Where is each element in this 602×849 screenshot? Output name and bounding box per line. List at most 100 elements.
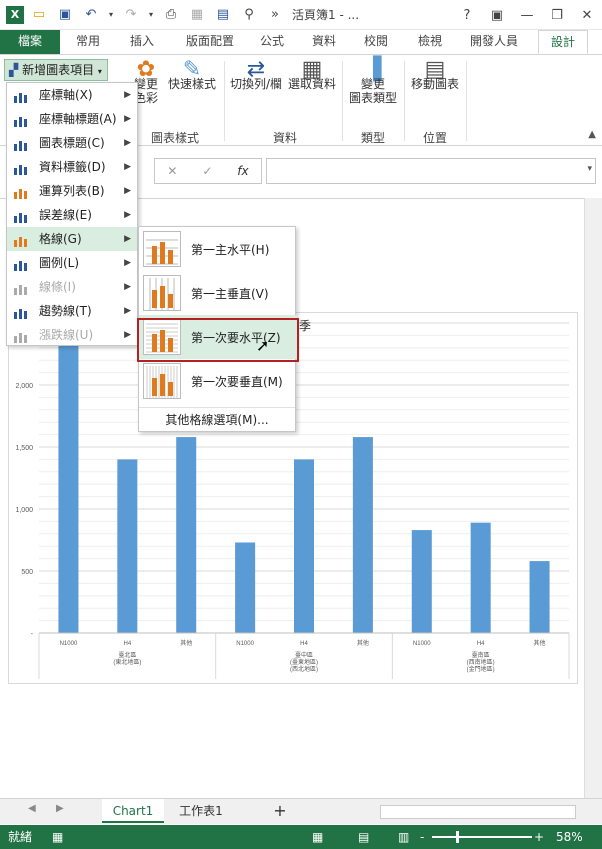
save-icon[interactable]: ▣ — [54, 4, 76, 26]
menu-item[interactable]: 圖例(L) ▶ — [7, 251, 137, 275]
tab-design[interactable]: 設計 — [538, 30, 588, 54]
close-button[interactable]: ✕ — [572, 0, 602, 30]
move-chart-button[interactable]: ▤ 移動圖表 — [408, 57, 462, 92]
cancel-icon[interactable]: ✕ — [167, 164, 177, 178]
help-button[interactable]: ? — [452, 0, 482, 30]
select-data-button[interactable]: ▦ 選取資料 — [286, 59, 338, 92]
tab-data[interactable]: 資料 — [302, 30, 346, 54]
move-chart-icon: ▤ — [424, 57, 446, 82]
chart-element-icon — [13, 280, 29, 295]
zoom-slider[interactable] — [432, 836, 532, 838]
menu-item: 線條(I) ▶ — [7, 275, 137, 299]
undo-dropdown-icon[interactable]: ▾ — [106, 4, 116, 26]
ribbon-tabs: 檔案 常用 插入 版面配置 公式 資料 校閱 檢視 開發人員 設計 — [0, 30, 602, 54]
chart-element-icon — [13, 136, 29, 151]
menu-item[interactable]: 座標軸(X) ▶ — [7, 83, 137, 107]
tab-sheet1[interactable]: 工作表1 — [166, 799, 236, 823]
bar — [235, 542, 256, 633]
change-chart-type-label: 變更 圖表類型 — [348, 77, 397, 105]
page-break-icon[interactable]: ▥ — [398, 825, 409, 849]
expand-formula-icon[interactable]: ▾ — [587, 164, 592, 174]
chevron-right-icon: ▶ — [124, 258, 131, 268]
x-tick-label: H4 — [300, 641, 308, 647]
chevron-right-icon: ▶ — [124, 114, 131, 124]
menu-item[interactable]: 座標軸標題(A) ▶ — [7, 107, 137, 131]
formula-buttons: ✕ ✓ fx — [154, 158, 262, 184]
group-label: (臺東地區) — [290, 658, 318, 666]
zoom-level[interactable]: 58% — [556, 825, 583, 849]
undo-icon[interactable]: ↶ — [80, 4, 102, 26]
formula-input[interactable] — [266, 158, 596, 184]
menu-item[interactable]: 資料標籤(D) ▶ — [7, 155, 137, 179]
scroll-right-icon[interactable]: ▶ — [56, 803, 64, 814]
menu-item[interactable]: 圖表標題(C) ▶ — [7, 131, 137, 155]
move-chart-label: 移動圖表 — [410, 77, 459, 91]
fx-icon[interactable]: fx — [237, 164, 248, 178]
zoom-thumb[interactable] — [456, 831, 459, 843]
submenu-item[interactable]: 第一主垂直(V) — [139, 271, 297, 315]
gridline-preview-icon — [143, 231, 181, 267]
tab-formulas[interactable]: 公式 — [250, 30, 294, 54]
menu-item-label: 運算列表(B) — [39, 184, 105, 198]
tab-review[interactable]: 校閱 — [354, 30, 398, 54]
add-sheet-button[interactable]: + — [266, 799, 294, 823]
ribbon-separator — [342, 61, 343, 141]
bar — [58, 344, 79, 633]
menu-item[interactable]: 誤差線(E) ▶ — [7, 203, 137, 227]
tab-insert[interactable]: 插入 — [120, 30, 164, 54]
chevron-right-icon: ▶ — [124, 138, 131, 148]
x-tick-label: H4 — [477, 641, 485, 647]
chart-type-icon: ▐ — [364, 57, 382, 82]
redo-dropdown-icon[interactable]: ▾ — [146, 4, 156, 26]
ribbon-display-icon[interactable]: ▣ — [482, 0, 512, 30]
switch-row-col-button[interactable]: ⇄ 切換列/欄 — [228, 59, 284, 92]
change-chart-type-button[interactable]: ▐ 變更 圖表類型 — [346, 57, 400, 106]
tab-view[interactable]: 檢視 — [408, 30, 452, 54]
normal-view-icon[interactable]: ▦ — [312, 825, 323, 849]
vertical-scrollbar[interactable] — [584, 198, 602, 798]
more-commands-icon[interactable]: » — [264, 4, 286, 26]
restore-button[interactable]: ❐ — [542, 0, 572, 30]
x-tick-label: H4 — [123, 641, 131, 647]
tab-chart1[interactable]: Chart1 — [102, 799, 164, 823]
more-gridline-options[interactable]: 其他格線選項(M)... — [139, 407, 295, 431]
zoom-in-button[interactable]: + — [534, 825, 544, 849]
submenu-item[interactable]: 第一主水平(H) — [139, 227, 297, 271]
ribbon-separator — [404, 61, 405, 141]
page-layout-icon[interactable]: ▤ — [358, 825, 369, 849]
ribbon-collapse-icon[interactable]: ▲ — [588, 129, 596, 140]
menu-item[interactable]: 格線(G) ▶ — [7, 227, 137, 251]
form-icon[interactable]: ▤ — [212, 4, 234, 26]
horizontal-scrollbar[interactable] — [380, 805, 576, 819]
tab-home[interactable]: 常用 — [66, 30, 110, 54]
submenu-item[interactable]: 第一次要垂直(M) — [139, 359, 297, 403]
print-preview-icon[interactable]: ⎙ — [160, 4, 182, 26]
chevron-right-icon: ▶ — [124, 234, 131, 244]
find-icon[interactable]: ⚲ — [238, 4, 260, 26]
menu-item-label: 漲跌線(U) — [39, 328, 94, 342]
macro-record-icon[interactable]: ▦ — [52, 825, 63, 849]
group-location: 位置 — [422, 131, 447, 145]
group-label: (西北地區) — [290, 665, 318, 673]
scroll-left-icon[interactable]: ◀ — [28, 803, 36, 814]
enter-icon[interactable]: ✓ — [202, 164, 212, 178]
redo-icon[interactable]: ↷ — [120, 4, 142, 26]
menu-item[interactable]: 運算列表(B) ▶ — [7, 179, 137, 203]
ribbon-separator — [224, 61, 225, 141]
tab-layout[interactable]: 版面配置 — [178, 30, 242, 54]
submenu-item-label: 第一主垂直(V) — [191, 287, 269, 301]
tab-developer[interactable]: 開發人員 — [462, 30, 526, 54]
customize-icon[interactable]: ▦ — [186, 4, 208, 26]
chart-element-icon — [13, 328, 29, 343]
open-icon[interactable]: ▭ — [28, 4, 50, 26]
add-chart-element-button[interactable]: ▞ 新增圖表項目 ▾ — [4, 59, 108, 81]
menu-item[interactable]: 趨勢線(T) ▶ — [7, 299, 137, 323]
quick-styles-button[interactable]: ✎ 快速樣式 — [166, 59, 218, 92]
tab-file[interactable]: 檔案 — [0, 30, 60, 54]
chart-title-fragment: 季 — [299, 319, 312, 333]
quick-styles-label: 快速樣式 — [167, 77, 216, 91]
add-chart-element-icon: ▞ — [9, 63, 19, 77]
zoom-out-button[interactable]: - — [420, 825, 424, 849]
minimize-button[interactable]: — — [512, 0, 542, 30]
palette-icon: ✿ — [136, 57, 156, 82]
